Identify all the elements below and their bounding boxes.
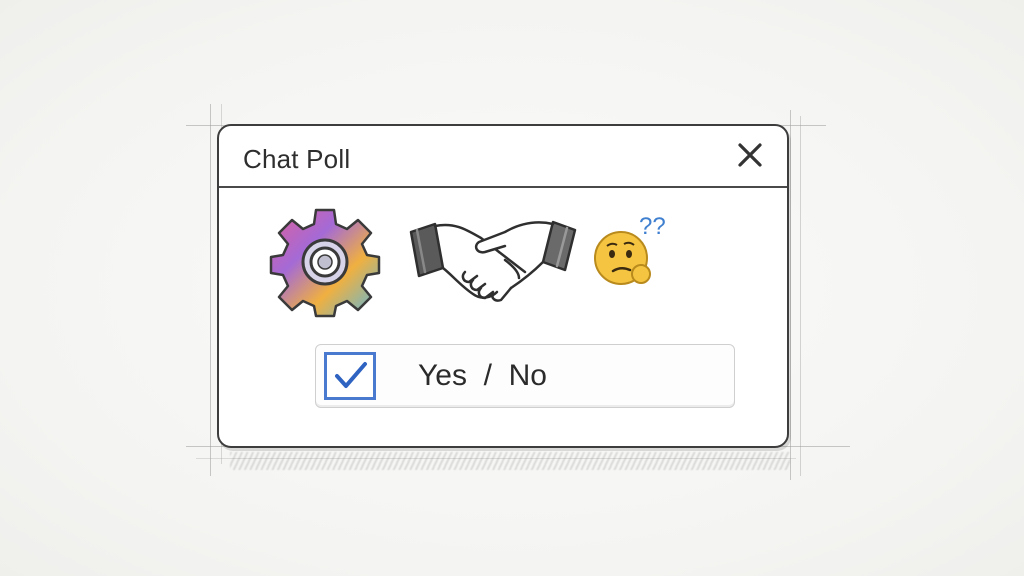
sketch-guide-line xyxy=(790,110,791,480)
gear-icon xyxy=(269,208,381,318)
poll-option-row[interactable]: Yes / No xyxy=(315,344,735,408)
chat-poll-dialog: Chat Poll ?? Yes / No xyxy=(217,124,789,448)
checkmark-icon xyxy=(335,362,367,388)
close-button[interactable] xyxy=(735,140,765,170)
handshake-icon xyxy=(409,220,577,302)
poll-icons-row: ?? xyxy=(219,186,787,336)
close-icon xyxy=(738,143,762,167)
yes-no-checkbox[interactable] xyxy=(324,352,376,400)
confused-face-icon: ?? xyxy=(594,213,666,285)
sketch-canvas: Chat Poll ?? Yes / No xyxy=(0,0,1024,576)
poll-option-label: Yes / No xyxy=(418,359,547,392)
dialog-shadow xyxy=(230,452,790,470)
dialog-title: Chat Poll xyxy=(243,144,351,174)
question-marks: ?? xyxy=(639,213,666,240)
sketch-guide-line xyxy=(210,104,211,476)
sketch-guide-line xyxy=(800,116,801,476)
dialog-title-bar: Chat Poll xyxy=(219,126,787,188)
